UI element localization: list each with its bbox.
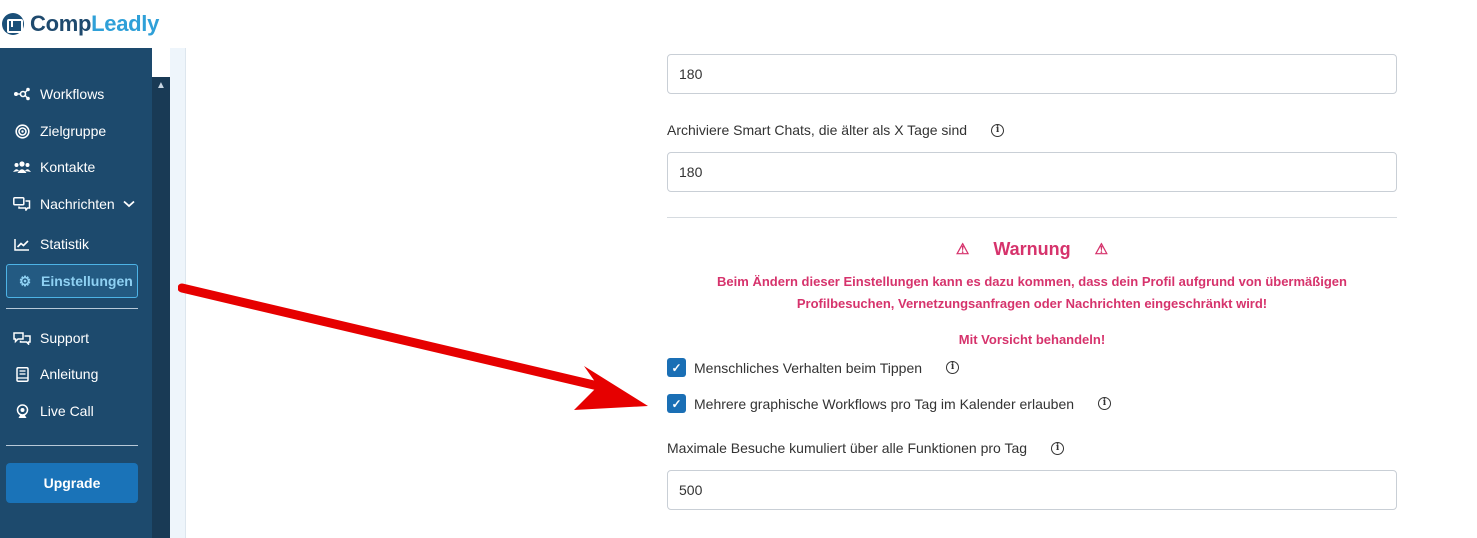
sidebar-scrollbar[interactable] xyxy=(152,77,170,538)
sidebar-item-nachrichten[interactable]: Nachrichten xyxy=(12,194,135,214)
sidebar-item-zielgruppe[interactable]: Zielgruppe xyxy=(12,121,106,141)
archive-smart-chats-input[interactable]: 180 xyxy=(667,152,1397,192)
sidebar-item-label: Anleitung xyxy=(40,366,99,382)
warning-message-line-2: Profilbesuchen, Vernetzungsanfragen oder… xyxy=(796,296,1268,311)
multiple-workflows-checkbox-row[interactable]: ✓ Mehrere graphische Workflows pro Tag i… xyxy=(667,394,1112,413)
max-visits-label: Maximale Besuche kumuliert über alle Fun… xyxy=(667,438,1065,458)
warning-caution: Mit Vorsicht behandeln! xyxy=(958,332,1106,347)
scroll-up-icon[interactable]: ▲ xyxy=(152,77,170,95)
sidebar-item-label: Statistik xyxy=(40,236,90,252)
max-visits-input[interactable]: 500 xyxy=(667,470,1397,510)
contacts-icon xyxy=(12,160,32,174)
sidebar-item-label: Zielgruppe xyxy=(40,123,107,139)
archive-days-input-1[interactable]: 180 xyxy=(667,54,1397,94)
sidebar-item-einstellungen[interactable]: ⚙ Einstellungen xyxy=(6,264,138,298)
section-divider xyxy=(667,217,1397,218)
sidebar-item-kontakte[interactable]: Kontakte xyxy=(12,157,95,177)
sidebar-item-statistik[interactable]: Statistik xyxy=(12,234,89,254)
chart-icon xyxy=(12,238,32,251)
brand-logo[interactable]: CompLeadly xyxy=(0,0,400,48)
chevron-down-icon[interactable] xyxy=(123,200,135,208)
page: CompLeadly ▲ Workflows Zielgruppe Kontak… xyxy=(0,0,1477,538)
target-icon xyxy=(12,123,32,139)
multiple-workflows-label: Mehrere graphische Workflows pro Tag im … xyxy=(694,395,1075,412)
max-visits-label-text: Maximale Besuche kumuliert über alle Fun… xyxy=(667,440,1028,456)
support-icon xyxy=(12,331,32,345)
warning-message-line-1: Beim Ändern dieser Einstellungen kann es… xyxy=(717,274,1347,289)
messages-icon xyxy=(12,197,32,211)
sidebar-item-support[interactable]: Support xyxy=(12,328,89,348)
info-icon[interactable]: i xyxy=(991,123,1005,137)
warning-icon: ⚠ xyxy=(1094,241,1109,258)
workflow-icon xyxy=(12,87,32,101)
sidebar-item-label: Live Call xyxy=(40,403,94,419)
brand-logo-icon xyxy=(2,13,24,35)
sidebar-item-label: Support xyxy=(40,330,90,346)
human-typing-label: Menschliches Verhalten beim Tippen xyxy=(694,359,923,376)
brand-name: CompLeadly xyxy=(30,11,160,36)
archive-smart-chats-label: Archiviere Smart Chats, die älter als X … xyxy=(667,120,1005,140)
info-icon[interactable]: i xyxy=(1098,397,1112,410)
warning-icon: ⚠ xyxy=(955,241,970,258)
book-icon xyxy=(12,366,32,382)
human-typing-checkbox[interactable]: ✓ xyxy=(667,358,686,377)
sidebar-item-workflows[interactable]: Workflows xyxy=(12,84,104,104)
info-icon[interactable]: i xyxy=(1051,441,1065,455)
sidebar-item-anleitung[interactable]: Anleitung xyxy=(12,364,98,384)
annotation-arrow-icon xyxy=(178,283,648,410)
content-gutter xyxy=(170,48,186,538)
sidebar-item-live-call[interactable]: Live Call xyxy=(12,401,94,421)
sidebar-item-label: Kontakte xyxy=(40,159,96,175)
sidebar-divider xyxy=(6,445,138,446)
human-typing-checkbox-row[interactable]: ✓ Menschliches Verhalten beim Tippen i xyxy=(667,358,960,377)
sidebar-item-label: Workflows xyxy=(40,86,105,102)
multiple-workflows-checkbox[interactable]: ✓ xyxy=(667,394,686,413)
sidebar-item-label: Nachrichten xyxy=(40,196,115,212)
info-icon[interactable]: i xyxy=(946,361,960,374)
gear-icon: ⚙ xyxy=(18,272,32,289)
archive-smart-chats-label-text: Archiviere Smart Chats, die älter als X … xyxy=(667,122,968,138)
warning-title: ⚠ Warnung ⚠ xyxy=(667,236,1397,262)
sidebar-divider xyxy=(6,308,138,309)
webcam-icon xyxy=(12,403,32,419)
sidebar-item-label: Einstellungen xyxy=(41,273,133,289)
warning-title-text: Warnung xyxy=(993,238,1071,259)
upgrade-button[interactable]: Upgrade xyxy=(6,463,138,503)
